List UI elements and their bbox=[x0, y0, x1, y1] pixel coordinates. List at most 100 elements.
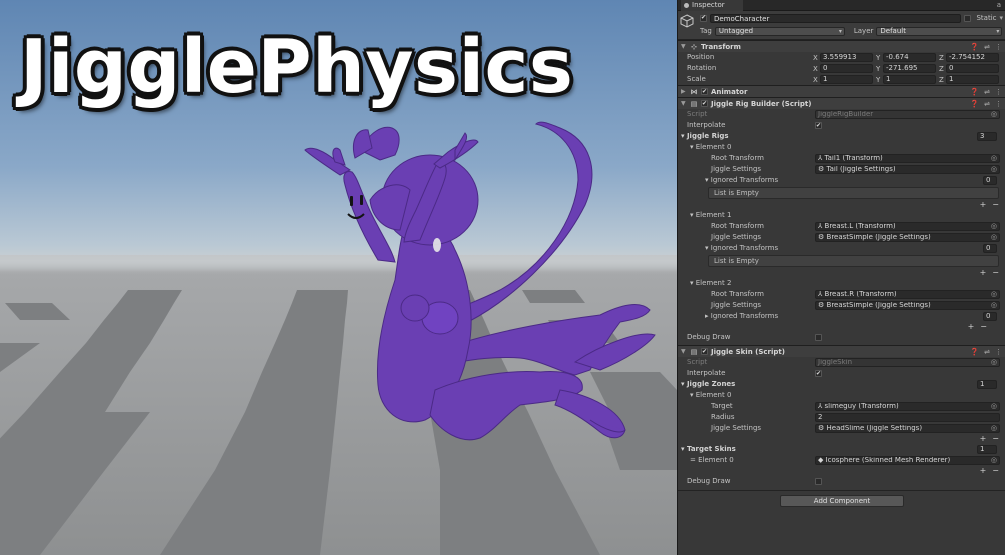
rotation-z-field[interactable]: 0 bbox=[946, 64, 999, 73]
remove-item-button[interactable]: − bbox=[992, 200, 999, 209]
tab-inspector[interactable]: Inspector bbox=[681, 0, 743, 11]
scale-z-field[interactable]: 1 bbox=[946, 75, 999, 84]
rotation-y-field[interactable]: -271.695 bbox=[883, 64, 936, 73]
radius-label: Radius bbox=[711, 413, 735, 421]
tag-dropdown[interactable]: Untagged bbox=[714, 26, 845, 36]
static-dropdown-icon[interactable]: ▾ bbox=[999, 14, 1003, 22]
preset-icon[interactable]: ⇌ bbox=[984, 348, 990, 356]
zone-element-0[interactable]: ▾ Element 0 bbox=[678, 390, 1005, 401]
ignored-transforms-row[interactable]: ▾ Ignored Transforms 0 bbox=[678, 243, 1005, 254]
preset-icon[interactable]: ⇌ bbox=[984, 88, 990, 96]
root-transform-label: Root Transform bbox=[711, 222, 764, 230]
interpolate-checkbox[interactable]: ✔ bbox=[815, 370, 822, 377]
remove-item-button[interactable]: − bbox=[992, 268, 999, 277]
debug-draw-checkbox[interactable] bbox=[815, 478, 822, 485]
jiggle-settings-label: Jiggle Settings bbox=[711, 165, 762, 173]
scale-y-field[interactable]: 1 bbox=[883, 75, 936, 84]
jiggle-settings-field[interactable]: ⚙ HeadSlime (Jiggle Settings) ◎ bbox=[815, 424, 1000, 433]
jiggle-settings-field[interactable]: ⚙ BreastSimple (Jiggle Settings) ◎ bbox=[815, 233, 1000, 242]
layer-dropdown[interactable]: Default bbox=[876, 26, 1003, 36]
help-icon[interactable]: ❓ bbox=[970, 348, 979, 356]
static-label: Static bbox=[976, 14, 997, 22]
target-skins-row[interactable]: ▾ Target Skins 1 bbox=[678, 444, 1005, 455]
jiggle-zones-count[interactable]: 1 bbox=[977, 380, 997, 389]
rig-element-0[interactable]: ▾ Element 0 bbox=[678, 142, 1005, 153]
debug-draw-label: Debug Draw bbox=[687, 477, 731, 485]
add-item-button[interactable]: + bbox=[968, 322, 975, 331]
position-y-field[interactable]: -0.674 bbox=[883, 53, 936, 62]
jiggle-rigs-row[interactable]: ▾ Jiggle Rigs 3 bbox=[678, 131, 1005, 142]
jiggle-settings-field[interactable]: ⚙ Tail (Jiggle Settings) ◎ bbox=[815, 165, 1000, 174]
rotation-x-field[interactable]: 0 bbox=[820, 64, 873, 73]
debug-draw-row: Debug Draw bbox=[678, 476, 1005, 487]
root-transform-row: Root Transform ⅄ Tail1 (Transform) ◎ bbox=[678, 153, 1005, 164]
scene-view[interactable]: JigglePhysics bbox=[0, 0, 677, 555]
scale-label: Scale bbox=[687, 75, 706, 83]
jiggle-settings-field[interactable]: ⚙ BreastSimple (Jiggle Settings) ◎ bbox=[815, 301, 1000, 310]
jiggle-rigs-count[interactable]: 3 bbox=[977, 132, 997, 141]
root-transform-field[interactable]: ⅄ Breast.L (Transform) ◎ bbox=[815, 222, 1000, 231]
help-icon[interactable]: ❓ bbox=[970, 100, 979, 108]
more-icon[interactable]: ⋮ bbox=[995, 100, 1002, 108]
position-z-field[interactable]: -2.754152 bbox=[946, 53, 999, 62]
rig-element-2[interactable]: ▾ Element 2 bbox=[678, 278, 1005, 289]
remove-item-button[interactable]: − bbox=[992, 466, 999, 475]
object-name-field[interactable]: DemoCharacter bbox=[710, 13, 962, 23]
more-icon[interactable]: ⋮ bbox=[995, 348, 1002, 356]
root-transform-field[interactable]: ⅄ Tail1 (Transform) ◎ bbox=[815, 154, 1000, 163]
add-item-button[interactable]: + bbox=[980, 466, 987, 475]
root-transform-field[interactable]: ⅄ Breast.R (Transform) ◎ bbox=[815, 290, 1000, 299]
radius-field[interactable]: 2 bbox=[815, 413, 1000, 422]
interpolate-checkbox[interactable]: ✔ bbox=[815, 122, 822, 129]
lock-icon[interactable]: a bbox=[997, 1, 1001, 9]
rotation-row: Rotation X0 Y -271.695 Z0 bbox=[678, 63, 1005, 74]
scale-x-field[interactable]: 1 bbox=[820, 75, 873, 84]
animator-enabled-checkbox[interactable]: ✔ bbox=[701, 88, 708, 95]
jiggle-skin-header[interactable]: ▼ ▤ ✔ Jiggle Skin (Script) ❓ ⇌ ⋮ bbox=[678, 345, 1005, 357]
list-controls: + − bbox=[678, 434, 1005, 444]
ignored-transforms-row[interactable]: ▸ Ignored Transforms 0 bbox=[678, 311, 1005, 322]
ignored-transforms-row[interactable]: ▾ Ignored Transforms 0 bbox=[678, 175, 1005, 186]
remove-item-button[interactable]: − bbox=[992, 434, 999, 443]
help-icon[interactable]: ❓ bbox=[970, 88, 979, 96]
fold-arrow-icon[interactable]: ▼ bbox=[681, 348, 687, 355]
object-active-checkbox[interactable]: ✔ bbox=[700, 14, 707, 22]
ignored-count[interactable]: 0 bbox=[983, 312, 997, 321]
transform-header[interactable]: ▼ ⊹ Transform ❓ ⇌ ⋮ bbox=[678, 40, 1005, 52]
interpolate-row: Interpolate ✔ bbox=[678, 368, 1005, 379]
remove-item-button[interactable]: − bbox=[980, 322, 987, 331]
jiggle-settings-label: Jiggle Settings bbox=[711, 301, 762, 309]
ignored-count[interactable]: 0 bbox=[983, 176, 997, 185]
element-label: ▾ Element 0 bbox=[690, 143, 732, 151]
add-item-button[interactable]: + bbox=[980, 268, 987, 277]
jiggle-zones-row[interactable]: ▾ Jiggle Zones 1 bbox=[678, 379, 1005, 390]
rig-element-1[interactable]: ▾ Element 1 bbox=[678, 210, 1005, 221]
debug-draw-checkbox[interactable] bbox=[815, 334, 822, 341]
ignored-count[interactable]: 0 bbox=[983, 244, 997, 253]
preset-icon[interactable]: ⇌ bbox=[984, 100, 990, 108]
add-item-button[interactable]: + bbox=[980, 200, 987, 209]
help-icon[interactable]: ❓ bbox=[970, 43, 979, 51]
animator-header[interactable]: ▶ ⋈ ✔ Animator ❓ ⇌ ⋮ bbox=[678, 85, 1005, 97]
fold-arrow-icon[interactable]: ▼ bbox=[681, 100, 687, 107]
jiggle-settings-row: Jiggle Settings ⚙ Tail (Jiggle Settings)… bbox=[678, 164, 1005, 175]
add-item-button[interactable]: + bbox=[980, 434, 987, 443]
add-component-button[interactable]: Add Component bbox=[780, 495, 904, 507]
rig-builder-enabled-checkbox[interactable]: ✔ bbox=[701, 100, 708, 107]
jiggle-skin-enabled-checkbox[interactable]: ✔ bbox=[701, 348, 708, 355]
more-icon[interactable]: ⋮ bbox=[995, 43, 1002, 51]
ignored-transforms-label: ▸ Ignored Transforms bbox=[705, 312, 779, 320]
preset-icon[interactable]: ⇌ bbox=[984, 43, 990, 51]
root-transform-row: Root Transform ⅄ Breast.L (Transform) ◎ bbox=[678, 221, 1005, 232]
purple-character-model[interactable] bbox=[0, 0, 677, 555]
static-checkbox[interactable] bbox=[964, 14, 972, 22]
position-x-field[interactable]: 3.559913 bbox=[820, 53, 873, 62]
target-skins-count[interactable]: 1 bbox=[977, 445, 997, 454]
add-component-row: Add Component bbox=[678, 491, 1005, 507]
target-field[interactable]: ⅄ slimeguy (Transform) ◎ bbox=[815, 402, 1000, 411]
fold-arrow-icon[interactable]: ▼ bbox=[681, 43, 687, 50]
skin-element-field[interactable]: ◆ Icosphere (Skinned Mesh Renderer) ◎ bbox=[815, 456, 1000, 465]
more-icon[interactable]: ⋮ bbox=[995, 88, 1002, 96]
rig-builder-header[interactable]: ▼ ▤ ✔ Jiggle Rig Builder (Script) ❓ ⇌ ⋮ bbox=[678, 97, 1005, 109]
fold-arrow-icon[interactable]: ▶ bbox=[681, 88, 687, 95]
